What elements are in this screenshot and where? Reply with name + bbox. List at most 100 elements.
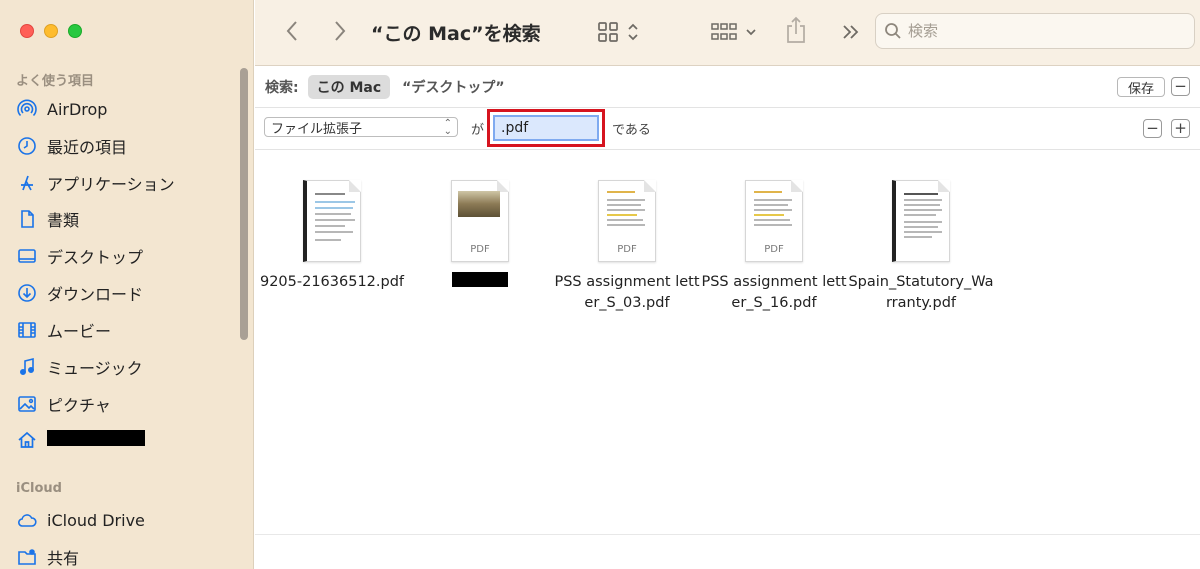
applications-icon xyxy=(16,172,38,194)
chevron-left-icon xyxy=(286,21,297,41)
file-name: 9205-21636512.pdf xyxy=(259,274,405,290)
toolbar: “この Mac”を検索 xyxy=(255,0,1200,66)
pdf-tag: PDF xyxy=(764,244,784,255)
desktop-icon xyxy=(16,245,38,267)
sidebar-item-label: デスクトップ xyxy=(47,248,144,267)
pdf-document-thumbnail: PDF xyxy=(598,180,656,262)
sidebar-item-label: ダウンロード xyxy=(47,285,144,304)
photo-preview xyxy=(458,191,500,217)
share-button[interactable] xyxy=(783,14,809,46)
minus-icon: − xyxy=(1146,119,1159,137)
forward-button[interactable] xyxy=(329,18,351,44)
select-updown-icon: ⌃ ⌄ xyxy=(443,118,452,137)
more-toolbar-button[interactable] xyxy=(839,20,863,44)
zoom-window-button[interactable] xyxy=(68,24,82,38)
sidebar-item-airdrop[interactable]: AirDrop xyxy=(16,94,236,124)
minus-icon: − xyxy=(1174,77,1187,95)
sidebar: よく使う項目 AirDrop 最近の項目 アプリケーション 書類 デスクトップ … xyxy=(0,0,254,569)
pdf-scan-thumbnail xyxy=(892,180,950,262)
remove-criteria-button[interactable]: − xyxy=(1143,119,1162,138)
window-controls xyxy=(20,24,82,38)
file-item[interactable]: Spain_Statutory_Warranty.pdf xyxy=(847,180,995,314)
sidebar-heading-favorites: よく使う項目 xyxy=(16,74,95,89)
plus-icon: + xyxy=(1174,119,1187,137)
grid-view-icon xyxy=(598,22,618,42)
extension-value-input[interactable] xyxy=(493,115,599,141)
sidebar-item-documents[interactable]: 書類 xyxy=(16,204,236,234)
file-item[interactable]: PDF PSS assignment letter_S_16.pdf xyxy=(700,180,848,314)
close-window-button[interactable] xyxy=(20,24,34,38)
sidebar-item-label xyxy=(47,430,145,450)
scope-label: 検索: xyxy=(265,79,299,96)
group-button[interactable] xyxy=(709,18,759,46)
sidebar-item-home[interactable] xyxy=(16,425,236,455)
file-item[interactable]: PDF PSS assignment letter_S_03.pdf xyxy=(553,180,701,314)
chevron-down-icon xyxy=(746,29,756,36)
double-chevron-right-icon xyxy=(843,25,859,39)
file-name: Spain_Statutory_Warranty.pdf xyxy=(848,274,994,311)
sidebar-item-pictures[interactable]: ピクチャ xyxy=(16,389,236,419)
sidebar-item-label: AirDrop xyxy=(47,99,108,119)
search-criteria-row: ファイル拡張子 ⌃⌄ が である − + xyxy=(255,108,1200,150)
scope-this-mac[interactable]: この Mac xyxy=(307,74,391,99)
sidebar-item-label: ムービー xyxy=(47,322,112,341)
remove-scope-button[interactable]: − xyxy=(1171,77,1190,96)
cloud-icon xyxy=(16,509,38,531)
download-icon xyxy=(16,282,38,304)
window-title: “この Mac”を検索 xyxy=(371,23,541,45)
sidebar-item-label: iCloud Drive xyxy=(47,510,145,530)
sidebar-item-icloud-drive[interactable]: iCloud Drive xyxy=(16,505,236,535)
highlight-frame xyxy=(487,109,605,147)
pdf-tag: PDF xyxy=(470,244,490,255)
sidebar-item-label: アプリケーション xyxy=(47,175,175,194)
document-icon xyxy=(16,208,38,230)
sidebar-item-label: 書類 xyxy=(47,211,80,230)
sidebar-item-label: 共有 xyxy=(47,549,80,568)
minimize-window-button[interactable] xyxy=(44,24,58,38)
scope-desktop[interactable]: “デスクトップ” xyxy=(402,77,504,97)
sidebar-item-label: 最近の項目 xyxy=(47,138,128,157)
view-mode-button[interactable] xyxy=(593,18,643,46)
add-criteria-button[interactable]: + xyxy=(1171,119,1190,138)
sidebar-item-recents[interactable]: 最近の項目 xyxy=(16,131,236,161)
sidebar-item-label: ミュージック xyxy=(47,359,143,378)
redacted-username xyxy=(47,430,145,446)
shared-folder-icon xyxy=(16,546,38,568)
attribute-select-value: ファイル拡張子 xyxy=(271,121,363,137)
sidebar-scrollbar[interactable] xyxy=(240,68,248,340)
pdf-image-thumbnail: PDF xyxy=(451,180,509,262)
search-results: 9205-21636512.pdf PDF PDF PSS assignment… xyxy=(255,150,1200,535)
pdf-scan-thumbnail xyxy=(303,180,361,262)
search-input[interactable] xyxy=(908,22,1178,40)
sidebar-item-applications[interactable]: アプリケーション xyxy=(16,168,236,198)
file-item[interactable]: 9205-21636512.pdf xyxy=(258,180,406,293)
search-icon xyxy=(885,23,901,39)
save-search-button[interactable]: 保存 xyxy=(1117,77,1165,97)
sidebar-item-movies[interactable]: ムービー xyxy=(16,315,236,345)
sidebar-heading-icloud: iCloud xyxy=(16,481,62,496)
group-grid-icon xyxy=(711,23,737,40)
airdrop-icon xyxy=(16,98,38,120)
share-icon xyxy=(787,16,805,43)
sidebar-item-downloads[interactable]: ダウンロード xyxy=(16,278,236,308)
chevron-updown-icon xyxy=(628,23,638,41)
search-field[interactable] xyxy=(875,13,1195,49)
sidebar-item-music[interactable]: ミュージック xyxy=(16,352,236,382)
pdf-tag: PDF xyxy=(617,244,637,255)
file-name: PSS assignment letter_S_03.pdf xyxy=(554,274,700,311)
picture-icon xyxy=(16,393,38,415)
sidebar-item-shared[interactable]: 共有 xyxy=(16,542,236,569)
criteria-conjunction: が xyxy=(471,123,485,138)
attribute-select[interactable]: ファイル拡張子 ⌃ ⌄ xyxy=(264,117,458,137)
search-scope-bar: 検索: この Mac “デスクトップ” 保存 − xyxy=(255,66,1200,108)
results-divider xyxy=(255,534,1200,535)
sidebar-item-label: ピクチャ xyxy=(47,396,111,415)
redacted-file-name xyxy=(452,272,508,287)
sidebar-item-desktop[interactable]: デスクトップ xyxy=(16,241,236,271)
file-name: PSS assignment letter_S_16.pdf xyxy=(701,274,847,311)
clock-icon xyxy=(16,135,38,157)
music-icon xyxy=(16,356,38,378)
file-item[interactable]: PDF xyxy=(406,180,554,287)
back-button[interactable] xyxy=(281,18,303,44)
criteria-suffix: である xyxy=(612,123,651,138)
